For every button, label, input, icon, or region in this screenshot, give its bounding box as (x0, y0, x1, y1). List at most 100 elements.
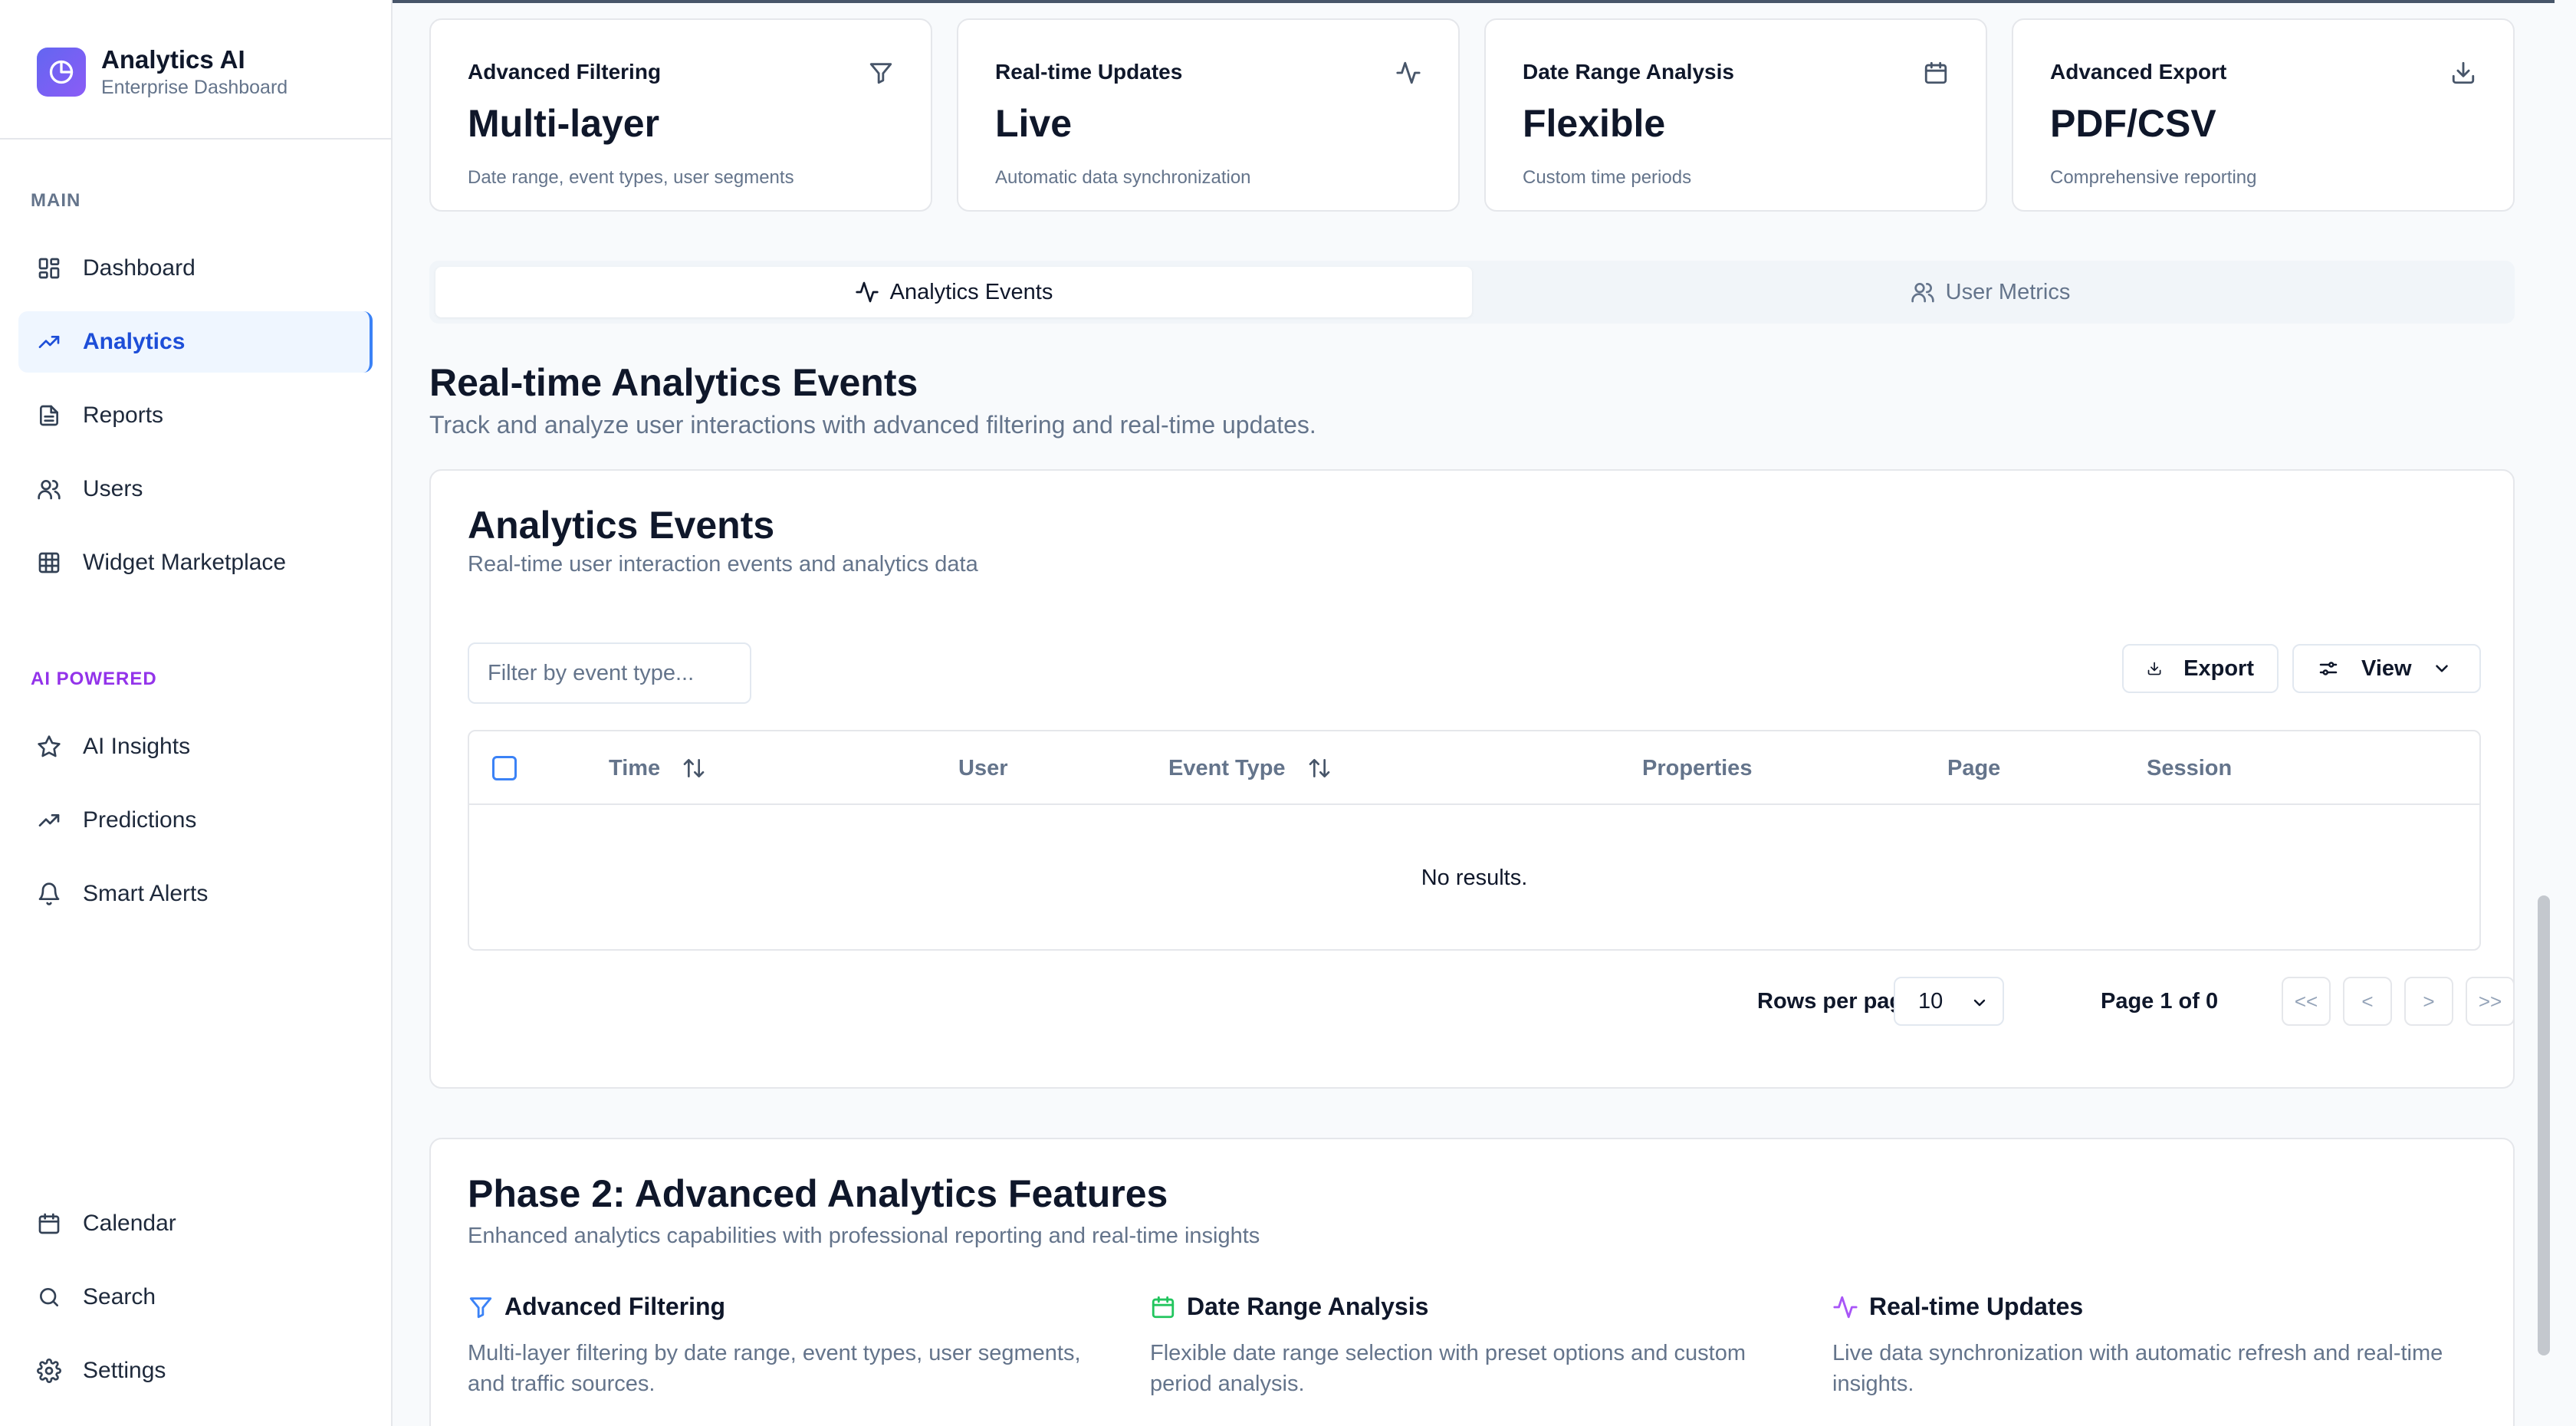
filter-icon (869, 63, 892, 84)
feature-description: Flexible date range selection with prese… (1150, 1341, 1746, 1396)
page-subtitle: Track and analyze user interactions with… (429, 411, 1316, 439)
sidebar-item-widget-marketplace[interactable]: Widget Marketplace (18, 532, 373, 593)
sidebar-item-label: Calendar (83, 1211, 176, 1236)
feature-advanced-filtering: Advanced Filtering Multi-layer filtering… (468, 1293, 1112, 1399)
feature-heading: Date Range Analysis (1150, 1293, 1794, 1321)
feature-date-range-analysis: Date Range Analysis Flexible date range … (1150, 1293, 1794, 1399)
stat-label: Date Range Analysis (1523, 60, 1734, 84)
stat-description: Automatic data synchronization (995, 167, 1251, 188)
view-label: View (2361, 656, 2412, 681)
gear-icon (37, 1359, 61, 1383)
select-all-checkbox[interactable] (492, 756, 517, 780)
sort-icon (1309, 759, 1329, 777)
sidebar-item-predictions[interactable]: Predictions (18, 790, 373, 851)
brand[interactable]: Analytics AI Enterprise Dashboard (37, 44, 288, 100)
section-label-main: MAIN (31, 190, 81, 211)
column-header-session: Session (2147, 731, 2232, 805)
column-label: Session (2147, 755, 2233, 780)
column-header-time[interactable]: Time (609, 731, 706, 805)
calendar-icon (1924, 61, 1947, 84)
export-button[interactable]: Export (2122, 644, 2279, 693)
trending-up-icon (38, 336, 60, 348)
column-label: Page (1947, 755, 2001, 780)
feature-title: Advanced Filtering (504, 1293, 726, 1320)
feature-title: Date Range Analysis (1187, 1293, 1429, 1320)
sidebar-item-users[interactable]: Users (18, 458, 373, 520)
sidebar-item-label: Predictions (83, 807, 197, 833)
sidebar-item-label: Analytics (83, 329, 186, 354)
vertical-scrollbar[interactable] (2538, 895, 2550, 1355)
sidebar-item-reports[interactable]: Reports (18, 385, 373, 446)
sort-icon (683, 759, 705, 777)
download-icon (2452, 61, 2475, 84)
filter-icon (469, 1296, 492, 1318)
column-header-event-type[interactable]: Event Type (1168, 731, 1332, 805)
stat-label: Real-time Updates (995, 60, 1183, 84)
sidebar-item-label: Reports (83, 402, 164, 428)
feature-description: Live data synchronization with automatic… (1832, 1341, 2443, 1396)
sidebar-item-label: Dashboard (83, 255, 196, 281)
column-header-user: User (958, 731, 1008, 805)
event-type-filter-input[interactable] (468, 642, 751, 704)
previous-page-button[interactable]: < (2343, 977, 2392, 1026)
tab-user-metrics[interactable]: User Metrics (1472, 267, 2509, 317)
rows-per-page-label: Rows per page (1757, 988, 1916, 1014)
table-header: Time User Event Type Properties Page Ses… (469, 731, 2479, 805)
sidebar-item-label: Settings (83, 1358, 166, 1383)
sliders-icon (2319, 662, 2338, 675)
events-table: Time User Event Type Properties Page Ses… (468, 730, 2481, 951)
sidebar-item-analytics[interactable]: Analytics (18, 311, 373, 373)
stat-card-advanced-filtering: Advanced Filtering Multi-layer Date rang… (429, 18, 932, 212)
next-page-button[interactable]: > (2404, 977, 2453, 1026)
empty-state-row: No results. (1421, 865, 1528, 890)
phase-2-features-card: Phase 2: Advanced Analytics Features Enh… (429, 1138, 2515, 1426)
export-label: Export (2183, 656, 2254, 681)
stat-card-advanced-export: Advanced Export PDF/CSV Comprehensive re… (2012, 18, 2515, 212)
brand-title: Analytics AI (101, 45, 245, 74)
first-page-button[interactable]: << (2282, 977, 2331, 1026)
feature-heading: Real-time Updates (1832, 1293, 2476, 1321)
column-header-page: Page (1947, 731, 2000, 805)
sidebar-item-settings[interactable]: Settings (18, 1340, 373, 1401)
tab-analytics-events[interactable]: Analytics Events (435, 267, 1472, 317)
feature-description: Multi-layer filtering by date range, eve… (468, 1341, 1081, 1396)
stat-description: Comprehensive reporting (2050, 167, 2257, 188)
download-icon (2147, 662, 2161, 675)
grid-icon (38, 552, 60, 573)
sidebar-item-dashboard[interactable]: Dashboard (18, 238, 373, 299)
analytics-events-card: Analytics Events Real-time user interact… (429, 469, 2515, 1089)
sidebar-item-label: AI Insights (83, 734, 191, 759)
sidebar-item-calendar[interactable]: Calendar (18, 1193, 373, 1254)
column-label: Properties (1642, 755, 1753, 780)
users-icon (38, 480, 61, 500)
calendar-icon (38, 1213, 60, 1234)
tab-list: Analytics Events User Metrics (429, 261, 2515, 324)
top-border (393, 0, 2555, 3)
activity-icon (855, 281, 879, 303)
rows-per-page-value: 10 (1918, 988, 1944, 1014)
stat-card-real-time-updates: Real-time Updates Live Automatic data sy… (957, 18, 1460, 212)
file-text-icon (40, 405, 58, 426)
calendar-icon (1152, 1296, 1175, 1318)
view-options-button[interactable]: View (2292, 644, 2481, 693)
search-icon (40, 1288, 58, 1306)
chevron-down-icon (1973, 999, 1986, 1007)
sidebar-item-label: Smart Alerts (83, 881, 209, 906)
card-subtitle: Real-time user interaction events and an… (468, 552, 978, 577)
sidebar-item-smart-alerts[interactable]: Smart Alerts (18, 863, 373, 925)
sidebar-item-ai-insights[interactable]: AI Insights (18, 716, 373, 777)
clock-logo-icon (37, 48, 86, 97)
sidebar-item-search[interactable]: Search (18, 1267, 373, 1328)
page-title: Real-time Analytics Events (429, 361, 918, 404)
column-label: User (958, 755, 1008, 780)
tab-label: User Metrics (1945, 279, 2071, 304)
brand-subtitle: Enterprise Dashboard (101, 77, 288, 98)
feature-heading: Advanced Filtering (468, 1293, 1112, 1321)
sidebar-item-label: Users (83, 476, 143, 501)
stat-value: Live (995, 102, 1073, 145)
last-page-button[interactable]: >> (2466, 977, 2515, 1026)
rows-per-page-select[interactable]: 10 (1894, 977, 2004, 1026)
column-label: Time (609, 755, 661, 780)
dashboard-icon (38, 258, 60, 279)
sidebar-item-label: Widget Marketplace (83, 550, 287, 575)
